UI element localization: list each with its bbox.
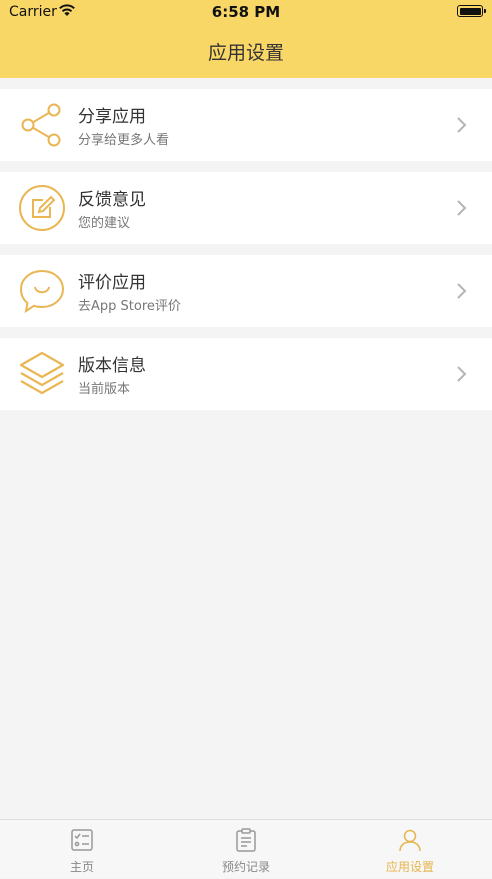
person-icon bbox=[399, 829, 421, 852]
item-subtitle: 您的建议 bbox=[78, 216, 131, 231]
chevron-right-icon bbox=[457, 283, 467, 299]
status-bar: Carrier 6:58 PM bbox=[0, 0, 492, 26]
list-item-rate[interactable]: 评价应用 去App Store评价 bbox=[0, 255, 492, 327]
share-icon bbox=[21, 103, 61, 147]
clipboard-icon bbox=[236, 828, 256, 852]
list-item-version[interactable]: 版本信息 当前版本 bbox=[0, 338, 492, 410]
status-time: 6:58 PM bbox=[211, 3, 281, 21]
tab-bar: 主页 预约记录 应用设置 bbox=[0, 819, 492, 878]
item-subtitle: 当前版本 bbox=[78, 382, 131, 397]
tab-label: 应用设置 bbox=[385, 860, 434, 874]
tab-label: 预约记录 bbox=[221, 860, 270, 874]
tab-home[interactable]: 主页 bbox=[0, 820, 164, 879]
item-subtitle: 分享给更多人看 bbox=[78, 133, 170, 148]
list-item-share[interactable]: 分享应用 分享给更多人看 bbox=[0, 89, 492, 161]
tab-settings[interactable]: 应用设置 bbox=[328, 820, 492, 879]
layers-icon bbox=[19, 351, 65, 395]
item-title: 评价应用 bbox=[78, 273, 146, 293]
item-title: 分享应用 bbox=[78, 107, 146, 127]
battery-icon bbox=[457, 5, 486, 17]
item-title: 反馈意见 bbox=[78, 190, 146, 210]
item-title: 版本信息 bbox=[78, 356, 146, 376]
chevron-right-icon bbox=[457, 117, 467, 133]
tab-label: 主页 bbox=[69, 860, 94, 874]
list-item-feedback[interactable]: 反馈意见 您的建议 bbox=[0, 172, 492, 244]
page-title: 应用设置 bbox=[207, 42, 284, 64]
checklist-icon bbox=[71, 829, 93, 851]
chat-bubble-icon bbox=[19, 269, 65, 314]
edit-icon bbox=[19, 185, 65, 231]
chevron-right-icon bbox=[457, 200, 467, 216]
tab-records[interactable]: 预约记录 bbox=[164, 820, 328, 879]
item-subtitle: 去App Store评价 bbox=[78, 299, 181, 314]
settings-list: 分享应用 分享给更多人看 反馈意见 您的建议 评价应用 去App Store评价 bbox=[0, 89, 492, 421]
header: Carrier 6:58 PM 应用设置 bbox=[0, 0, 492, 78]
chevron-right-icon bbox=[457, 366, 467, 382]
